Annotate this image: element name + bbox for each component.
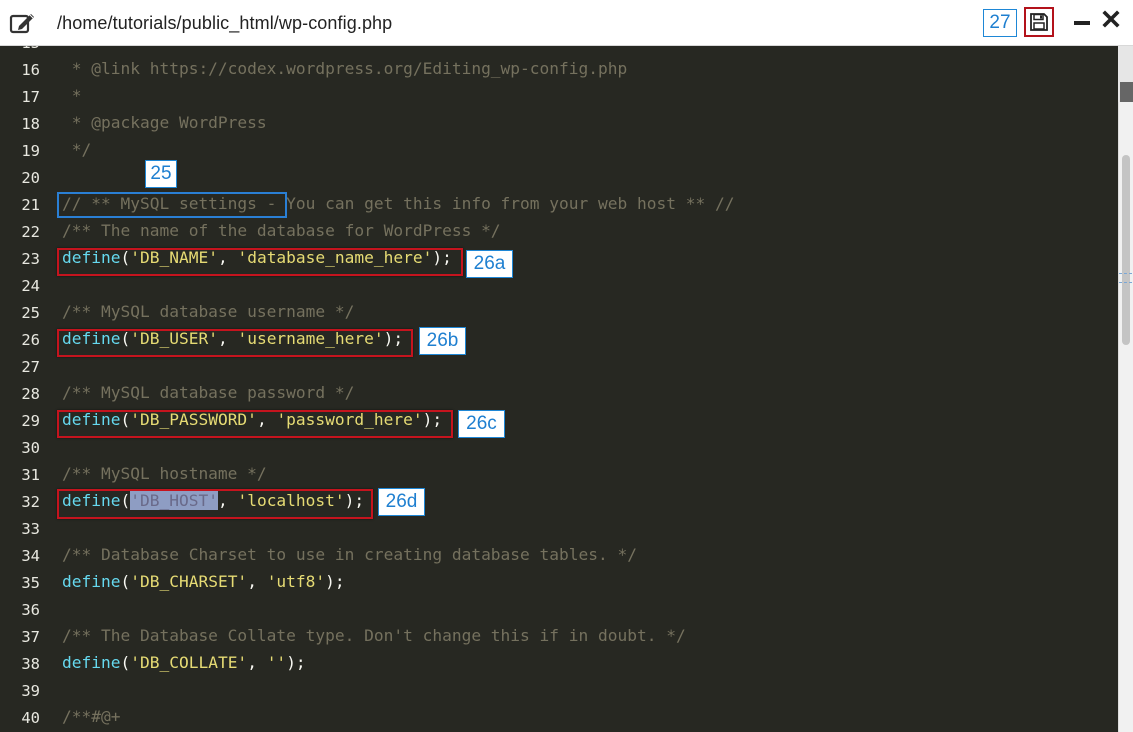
line-number: 17 — [21, 88, 40, 106]
line-number: 30 — [21, 439, 40, 457]
code-comment: /** The Database Collate type. Don't cha… — [62, 626, 686, 645]
line-number: 19 — [21, 142, 40, 160]
line-number: 29 — [21, 412, 40, 430]
code-comment: */ — [62, 140, 92, 159]
code-line: */ — [62, 140, 92, 159]
code-line: /** MySQL database password */ — [62, 383, 354, 402]
code-comment: /** The name of the database for WordPre… — [62, 221, 501, 240]
code-comment: /**#@+ — [62, 707, 121, 726]
line-number: 23 — [21, 250, 40, 268]
minimize-icon[interactable] — [1074, 21, 1090, 25]
line-number: 33 — [21, 520, 40, 538]
code-comment: /** MySQL hostname */ — [62, 464, 267, 483]
line-number: 26 — [21, 331, 40, 349]
code-line: /** Database Charset to use in creating … — [62, 545, 637, 564]
save-icon — [1030, 13, 1048, 31]
code-line: /** The name of the database for WordPre… — [62, 221, 501, 240]
code-editor[interactable]: 15 16 * @link https://codex.wordpress.or… — [0, 46, 1118, 732]
edit-icon — [9, 11, 37, 35]
code-line: define('DB_CHARSET', 'utf8'); — [62, 572, 345, 591]
close-icon[interactable] — [1101, 9, 1121, 29]
code-comment: * — [62, 86, 82, 105]
highlight-db-host — [57, 489, 373, 519]
line-number: 39 — [21, 682, 40, 700]
line-number: 36 — [21, 601, 40, 619]
code-line: define('DB_COLLATE', ''); — [62, 653, 306, 672]
code-line: * @link https://codex.wordpress.org/Edit… — [62, 59, 628, 78]
line-number: 24 — [21, 277, 40, 295]
callout-db-name: 26a — [466, 250, 513, 278]
scrollbar-marker — [1119, 273, 1132, 283]
line-number: 28 — [21, 385, 40, 403]
callout-db-host: 26d — [378, 488, 425, 516]
line-number: 21 — [21, 196, 40, 214]
callout-save: 27 — [983, 9, 1017, 37]
code-line: /** The Database Collate type. Don't cha… — [62, 626, 686, 645]
callout-db-user: 26b — [419, 327, 466, 355]
line-number: 20 — [21, 169, 40, 187]
callout-mysql-comment: 25 — [145, 160, 177, 188]
code-comment: /** Database Charset to use in creating … — [62, 545, 637, 564]
line-number: 22 — [21, 223, 40, 241]
code-line: /** MySQL hostname */ — [62, 464, 267, 483]
line-number: 16 — [21, 61, 40, 79]
code-value: 'utf8' — [266, 572, 326, 591]
highlight-db-name — [57, 248, 463, 276]
line-number: 34 — [21, 547, 40, 565]
callout-db-password: 26c — [458, 410, 505, 438]
line-number: 15 — [0, 46, 40, 52]
code-key: 'DB_CHARSET' — [130, 572, 248, 591]
line-number: 25 — [21, 304, 40, 322]
highlight-db-user — [57, 329, 413, 357]
code-function: define — [62, 572, 121, 591]
line-number: 18 — [21, 115, 40, 133]
scrollbar-thumb[interactable] — [1120, 82, 1133, 102]
code-comment: * @link https://codex.wordpress.org/Edit… — [62, 59, 628, 78]
editor-scrollbar[interactable] — [1118, 46, 1133, 732]
code-comment: /** MySQL database username */ — [62, 302, 355, 321]
code-line: * @package WordPress — [62, 113, 267, 132]
line-number: 32 — [21, 493, 40, 511]
code-key: 'DB_COLLATE' — [130, 653, 248, 672]
highlight-db-password — [57, 410, 453, 438]
scrollbar-track[interactable] — [1122, 155, 1130, 345]
save-button[interactable] — [1024, 7, 1054, 37]
window-titlebar: /home/tutorials/public_html/wp-config.ph… — [0, 0, 1133, 46]
code-comment: * @package WordPress — [62, 113, 267, 132]
code-line: /** MySQL database username */ — [62, 302, 354, 321]
highlight-mysql-comment — [57, 192, 287, 218]
code-line: /**#@+ — [62, 707, 120, 726]
code-value: '' — [266, 653, 287, 672]
line-number: 31 — [21, 466, 40, 484]
code-comment: /** MySQL database password */ — [62, 383, 355, 402]
line-number: 37 — [21, 628, 40, 646]
line-number: 27 — [21, 358, 40, 376]
code-line: * — [62, 86, 82, 105]
code-function: define — [62, 653, 121, 672]
line-number: 35 — [21, 574, 40, 592]
window-title: /home/tutorials/public_html/wp-config.ph… — [57, 13, 393, 33]
line-number: 38 — [21, 655, 40, 673]
line-number: 40 — [21, 709, 40, 727]
